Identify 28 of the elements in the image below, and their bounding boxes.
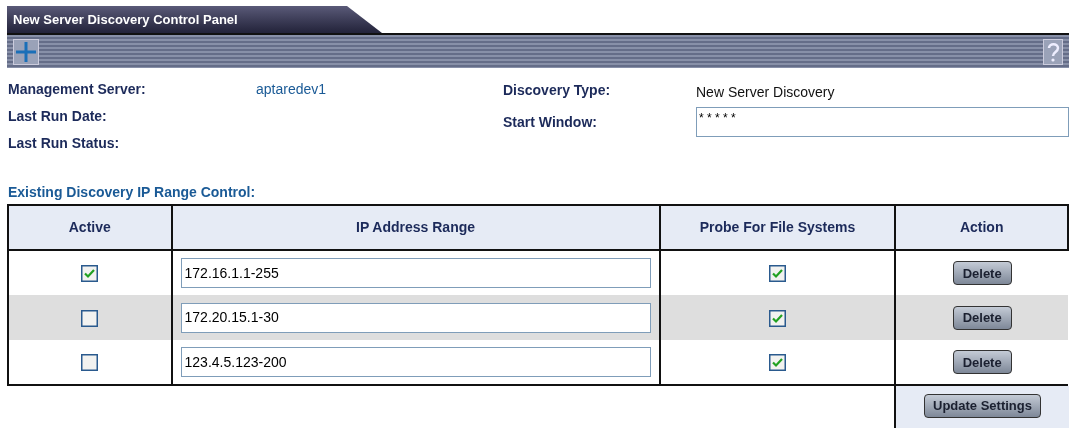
field-value: New Server Discovery	[696, 82, 835, 100]
field-label: Last Run Date:	[8, 106, 108, 126]
help-icon[interactable]	[1043, 38, 1063, 65]
start-window-field[interactable]: * * * * *	[696, 107, 1069, 137]
panel-title: New Server Discovery Control Panel	[13, 10, 238, 29]
field-label: Management Server:	[8, 79, 147, 99]
checkbox[interactable]	[768, 309, 786, 327]
column-header: Active	[8, 205, 172, 250]
checkbox[interactable]	[81, 265, 99, 283]
field-label: Last Run Status:	[8, 133, 121, 153]
section-title: Existing Discovery IP Range Control:	[7, 184, 257, 200]
checkbox[interactable]	[81, 309, 99, 327]
server-link[interactable]: aptaredev1	[256, 78, 327, 100]
add-icon[interactable]	[13, 38, 39, 65]
checkbox[interactable]	[81, 354, 99, 372]
ip-range-field[interactable]: 172.16.1.1-255	[180, 258, 651, 288]
checkbox[interactable]	[768, 265, 786, 283]
column-header: Probe For File Systems	[659, 205, 896, 250]
ip-range-field[interactable]: 172.20.15.1-30	[180, 302, 651, 333]
checkbox[interactable]	[768, 354, 786, 372]
delete-button[interactable]: Delete	[952, 305, 1012, 330]
update-settings-button[interactable]: Update Settings	[924, 394, 1041, 418]
column-header: IP Address Range	[171, 205, 660, 250]
field-label: Discovery Type:	[503, 81, 612, 100]
ip-range-field[interactable]: 123.4.5.123-200	[180, 347, 651, 377]
field-label: Start Window:	[503, 112, 598, 132]
delete-button[interactable]: Delete	[952, 261, 1012, 286]
delete-button[interactable]: Delete	[952, 350, 1012, 375]
